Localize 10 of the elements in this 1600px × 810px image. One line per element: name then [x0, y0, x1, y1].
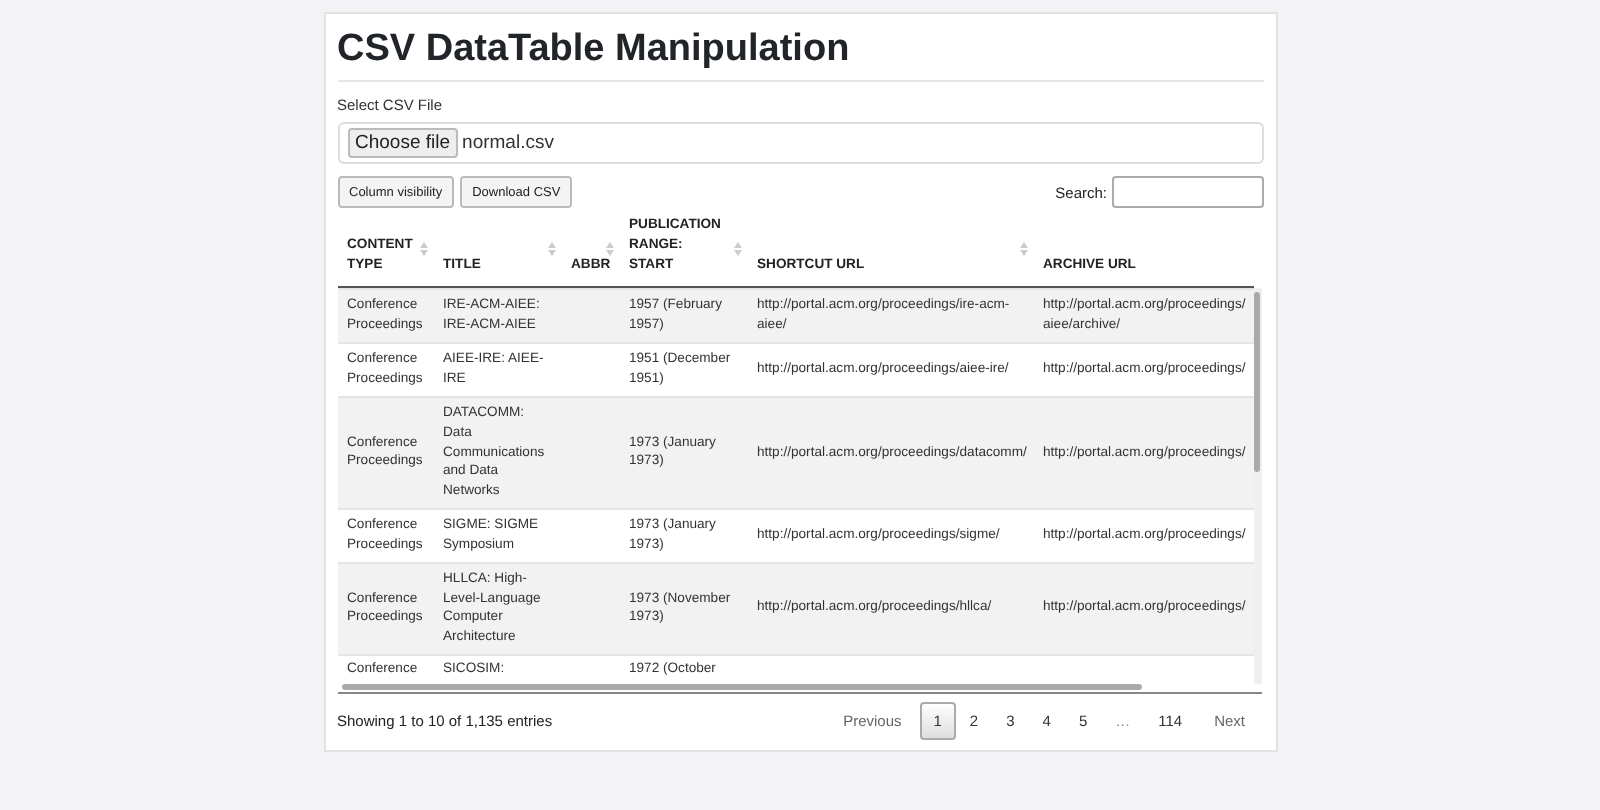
sort-icon[interactable] [733, 242, 741, 256]
search-field[interactable] [1111, 176, 1263, 208]
sort-icon[interactable] [605, 242, 613, 256]
page-title: CSV DataTable Manipulation [337, 26, 852, 74]
scrollbar-thumb[interactable] [1253, 292, 1259, 472]
scrollbar-thumb[interactable] [341, 684, 1141, 690]
sort-icon[interactable] [547, 242, 555, 256]
sort-icon[interactable] [1019, 242, 1027, 256]
file-input[interactable]: Choose file normal.csv [337, 122, 1263, 164]
sort-icon[interactable] [419, 242, 427, 256]
